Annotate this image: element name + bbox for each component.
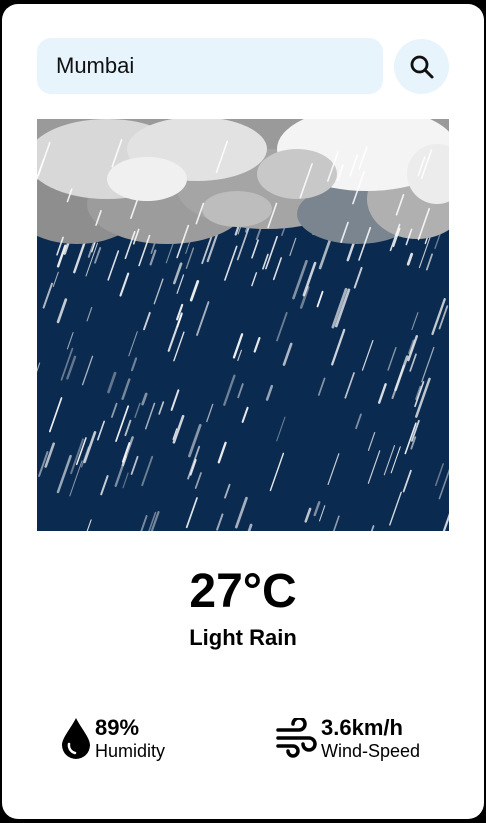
wind-speed-stat: 3.6km/h Wind-Speed: [275, 712, 420, 764]
humidity-value: 89%: [95, 715, 140, 740]
humidity-stat: 89% Humidity: [59, 712, 165, 764]
humidity-drop-icon: [62, 718, 90, 759]
search-icon: [410, 55, 433, 78]
city-search-input[interactable]: [37, 38, 383, 94]
temperature-value: 27°C: [189, 565, 297, 618]
weather-condition-label: Light Rain: [189, 625, 297, 650]
humidity-label: Humidity: [95, 741, 166, 761]
wind-speed-label: Wind-Speed: [321, 741, 421, 761]
wind-speed-value: 3.6km/h: [321, 715, 403, 740]
rain-icon: [37, 119, 449, 531]
weather-card: 27°C Light Rain 89% Humidity 3.6km/h Win…: [2, 4, 484, 819]
wind-icon: [276, 718, 317, 758]
weather-condition-image: [37, 119, 449, 531]
search-button[interactable]: [394, 39, 449, 94]
cloud-icon: [37, 119, 449, 244]
